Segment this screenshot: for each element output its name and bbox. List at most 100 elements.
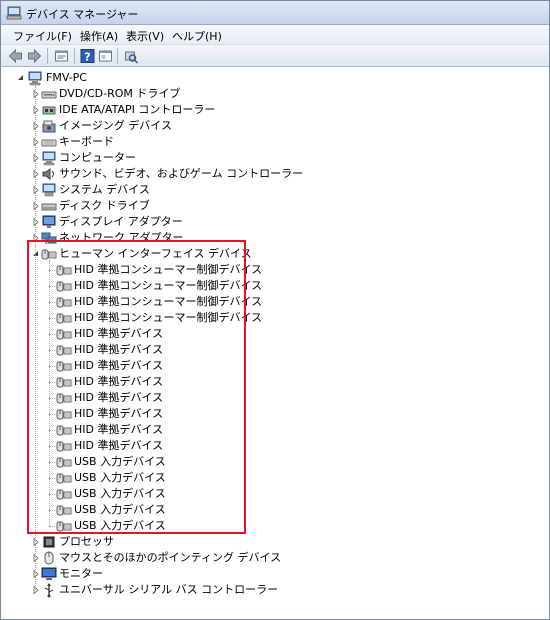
expand-arrow-icon[interactable]: [31, 553, 41, 563]
hid-icon: [56, 281, 72, 292]
menu-file[interactable]: ファイル(F): [13, 28, 72, 44]
tree-category[interactable]: マウスとそのほかのポインティング デバイス: [1, 550, 541, 566]
tree-category[interactable]: ユニバーサル シリアル バス コントローラー: [1, 582, 541, 598]
menu-help[interactable]: ヘルプ(H): [172, 28, 222, 44]
hid-icon: [56, 473, 72, 484]
tree-category[interactable]: キーボード: [1, 134, 541, 150]
expand-arrow-icon[interactable]: [31, 105, 41, 115]
tree-category-label: IDE ATA/ATAPI コントローラー: [59, 103, 216, 116]
tree-category[interactable]: イメージング デバイス: [1, 118, 541, 134]
tree-device[interactable]: HID 準拠デバイス: [1, 438, 541, 454]
expand-arrow-icon[interactable]: [31, 153, 41, 163]
properties-icon[interactable]: [53, 48, 70, 64]
expand-arrow-icon[interactable]: [31, 89, 41, 99]
hid-icon: [56, 505, 72, 516]
tree-device[interactable]: HID 準拠デバイス: [1, 374, 541, 390]
toolbar-separator: [47, 48, 48, 64]
tree-root[interactable]: FMV-PC: [1, 70, 541, 86]
expand-arrow-icon[interactable]: [31, 537, 41, 547]
system-device-icon: [42, 183, 56, 197]
tree-device[interactable]: HID 準拠デバイス: [1, 342, 541, 358]
help-icon[interactable]: ?: [79, 48, 96, 64]
tree-category-label: イメージング デバイス: [59, 119, 172, 132]
back-arrow-icon[interactable]: [7, 48, 24, 64]
tree-device[interactable]: HID 準拠コンシューマー制御デバイス: [1, 294, 541, 310]
tree-guide-line: [49, 494, 55, 495]
tree-device[interactable]: HID 準拠デバイス: [1, 358, 541, 374]
menu-view[interactable]: 表示(V): [126, 28, 164, 44]
tree-device[interactable]: USB 入力デバイス: [1, 470, 541, 486]
hid-icon: [56, 329, 72, 340]
hid-icon: [56, 489, 72, 500]
tree-device[interactable]: USB 入力デバイス: [1, 486, 541, 502]
tree-device-label: USB 入力デバイス: [74, 487, 166, 500]
expand-arrow-icon[interactable]: [31, 137, 41, 147]
show-hidden-icon[interactable]: [97, 48, 114, 64]
tree-category[interactable]: ヒューマン インターフェイス デバイス: [1, 246, 541, 262]
tree-category[interactable]: コンピューター: [1, 150, 541, 166]
tree-device[interactable]: HID 準拠コンシューマー制御デバイス: [1, 310, 541, 326]
collapse-arrow-icon[interactable]: [31, 249, 41, 259]
tree-category-label: プロセッサ: [59, 535, 114, 548]
tree-category-label: マウスとそのほかのポインティング デバイス: [59, 551, 282, 564]
expand-arrow-icon[interactable]: [31, 169, 41, 179]
tree-category[interactable]: モニター: [1, 566, 541, 582]
ide-controller-icon: [42, 106, 56, 115]
tree-guide-line: [49, 446, 55, 447]
tree-device[interactable]: USB 入力デバイス: [1, 454, 541, 470]
computer-icon: [28, 71, 42, 86]
tree-device-label: HID 準拠コンシューマー制御デバイス: [74, 263, 263, 276]
tree-guide-line: [49, 366, 55, 367]
tree-device-label: HID 準拠コンシューマー制御デバイス: [74, 295, 263, 308]
tree-category-label: キーボード: [59, 135, 114, 148]
expand-arrow-icon[interactable]: [31, 233, 41, 243]
tree-category-label: ディスプレイ アダプター: [59, 215, 183, 228]
tree-category[interactable]: ディスプレイ アダプター: [1, 214, 541, 230]
device-manager-window: デバイス マネージャー ファイル(F) 操作(A) 表示(V) ヘルプ(H) ?: [0, 0, 550, 620]
tree-device-label: HID 準拠デバイス: [74, 375, 164, 388]
tree-device[interactable]: HID 準拠デバイス: [1, 422, 541, 438]
forward-arrow-icon[interactable]: [26, 48, 43, 64]
tree-guide-line: [49, 382, 55, 383]
expand-arrow-icon[interactable]: [31, 217, 41, 227]
tree-device[interactable]: HID 準拠デバイス: [1, 406, 541, 422]
svg-text:?: ?: [84, 51, 90, 64]
menu-action[interactable]: 操作(A): [80, 28, 118, 44]
tree-device[interactable]: HID 準拠コンシューマー制御デバイス: [1, 278, 541, 294]
device-tree[interactable]: FMV-PC DVD/CD-ROM ドライブ IDE ATA/ATAPI コントロー…: [1, 68, 549, 619]
tree-category-label: DVD/CD-ROM ドライブ: [59, 87, 181, 100]
tree-category-label: ディスク ドライブ: [59, 199, 150, 212]
expand-arrow-icon[interactable]: [31, 569, 41, 579]
tree-device[interactable]: USB 入力デバイス: [1, 502, 541, 518]
tree-category[interactable]: IDE ATA/ATAPI コントローラー: [1, 102, 541, 118]
expand-arrow-icon[interactable]: [31, 585, 41, 595]
tree-category[interactable]: ディスク ドライブ: [1, 198, 541, 214]
tree-device[interactable]: HID 準拠デバイス: [1, 390, 541, 406]
tree-guide-line: [49, 350, 55, 351]
hid-icon: [56, 297, 72, 308]
tree-category[interactable]: プロセッサ: [1, 534, 541, 550]
tree-device-label: HID 準拠デバイス: [74, 407, 164, 420]
tree-device-label: USB 入力デバイス: [74, 471, 166, 484]
tree-device[interactable]: USB 入力デバイス: [1, 518, 541, 534]
tree-guide-line: [49, 286, 55, 287]
tree-category-label: コンピューター: [59, 151, 136, 164]
processor-icon: [43, 536, 55, 548]
expand-arrow-icon[interactable]: [31, 121, 41, 131]
expand-arrow-icon[interactable]: [31, 185, 41, 195]
expand-arrow-icon[interactable]: [31, 201, 41, 211]
usb-controller-icon: [44, 583, 54, 598]
tree-device[interactable]: HID 準拠デバイス: [1, 326, 541, 342]
tree-device-label: HID 準拠コンシューマー制御デバイス: [74, 311, 263, 324]
toolbar: ?: [1, 45, 549, 67]
scan-hardware-icon[interactable]: [122, 48, 139, 64]
tree-category[interactable]: システム デバイス: [1, 182, 541, 198]
toolbar-separator: [117, 48, 118, 64]
tree-device[interactable]: HID 準拠コンシューマー制御デバイス: [1, 262, 541, 278]
tree-category[interactable]: DVD/CD-ROM ドライブ: [1, 86, 541, 102]
hid-icon: [56, 265, 72, 276]
tree-category[interactable]: ネットワーク アダプター: [1, 230, 541, 246]
tree-device-label: USB 入力デバイス: [74, 519, 166, 532]
tree-category[interactable]: サウンド、ビデオ、およびゲーム コントローラー: [1, 166, 541, 182]
collapse-arrow-icon[interactable]: [16, 73, 26, 83]
